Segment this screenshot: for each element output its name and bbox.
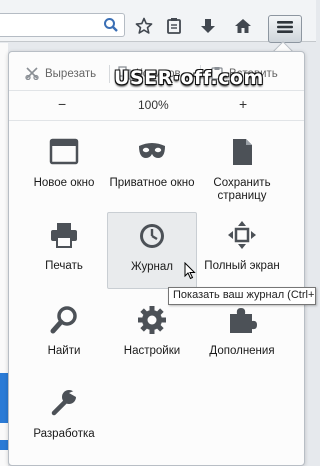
- zoom-out-button[interactable]: −: [58, 96, 66, 112]
- menu-item-new-window[interactable]: Новое окно: [19, 137, 109, 209]
- page-blue-block: [0, 440, 8, 450]
- download-icon[interactable]: [195, 14, 221, 38]
- bookmark-star-icon[interactable]: [131, 14, 157, 38]
- search-bar[interactable]: [0, 13, 125, 37]
- page-content-edge: [0, 43, 8, 466]
- menu-item-label: Сохранить страницу: [213, 176, 271, 203]
- scissors-icon: [25, 66, 39, 83]
- menu-item-print[interactable]: Печать: [19, 220, 109, 292]
- history-clock-icon: [108, 221, 196, 256]
- private-mask-icon: [107, 137, 197, 172]
- menu-item-label: Настройки: [123, 344, 181, 357]
- menu-item-settings[interactable]: Настройки: [107, 305, 197, 377]
- open-menu-button[interactable]: [268, 15, 302, 43]
- divider: [9, 90, 304, 91]
- menu-item-label: Журнал: [131, 260, 173, 273]
- home-icon[interactable]: [230, 14, 256, 38]
- main-menu-panel: Вырезать Копиров... Вставить − 100% + Но…: [8, 51, 305, 466]
- addons-puzzle-icon: [197, 305, 287, 340]
- new-window-icon: [19, 137, 109, 172]
- developer-wrench-icon: [19, 388, 109, 423]
- printer-icon: [19, 220, 109, 255]
- save-page-icon: [197, 137, 287, 172]
- navigation-toolbar: [0, 0, 316, 43]
- site-watermark: USER·off.com: [114, 67, 264, 89]
- menu-item-label: Печать: [45, 259, 83, 272]
- menu-icon: [276, 20, 294, 39]
- menu-item-private-window[interactable]: Приватное окно: [107, 137, 197, 209]
- zoom-in-button[interactable]: +: [239, 96, 247, 112]
- zoom-controls: − 100% +: [9, 92, 304, 118]
- search-icon[interactable]: [103, 17, 119, 38]
- menu-item-find[interactable]: Найти: [19, 305, 109, 377]
- mouse-cursor-icon: [184, 261, 196, 285]
- menu-item-developer[interactable]: Разработка: [19, 388, 109, 460]
- reading-list-icon[interactable]: [161, 14, 187, 38]
- menu-item-label: Дополнения: [209, 344, 275, 357]
- menu-item-label: Найти: [47, 344, 81, 357]
- menu-item-label: Новое окно: [33, 176, 95, 189]
- zoom-level[interactable]: 100%: [138, 98, 169, 112]
- history-tooltip: Показать ваш журнал (Ctrl+H): [168, 287, 316, 305]
- menu-item-label: Приватное окно: [109, 176, 195, 189]
- cut-button[interactable]: Вырезать: [9, 60, 109, 88]
- find-magnifier-icon: [19, 305, 109, 340]
- page-blue-block: [0, 373, 8, 423]
- menu-item-fullscreen[interactable]: Полный экран: [197, 220, 287, 292]
- settings-gear-icon: [107, 305, 197, 340]
- divider: [9, 120, 304, 121]
- menu-item-addons[interactable]: Дополнения: [197, 305, 287, 377]
- menu-item-label: Полный экран: [204, 259, 280, 272]
- fullscreen-icon: [197, 220, 287, 255]
- menu-item-save-page[interactable]: Сохранить страницу: [197, 137, 287, 209]
- menu-item-label: Разработка: [33, 427, 95, 440]
- cut-label: Вырезать: [45, 68, 97, 80]
